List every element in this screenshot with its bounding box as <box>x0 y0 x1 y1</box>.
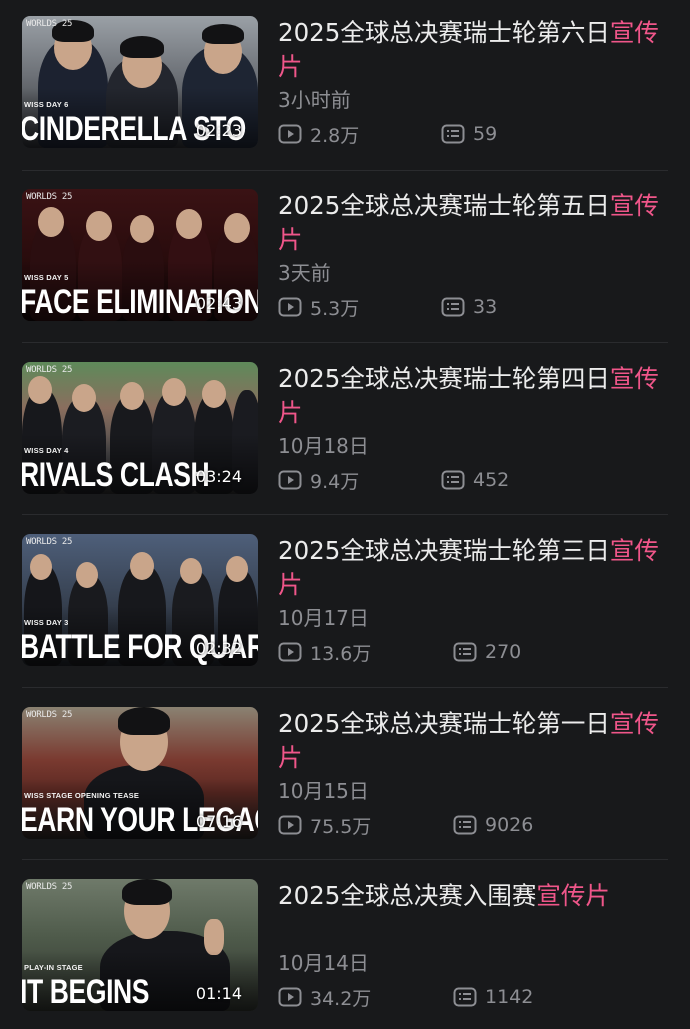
video-date: 3天前 <box>278 261 331 285</box>
play-count-icon <box>278 470 302 490</box>
thumbnail-tag: WISS DAY 6 <box>24 100 69 109</box>
video-title-main: 2025全球总决赛瑞士轮第五日 <box>278 191 610 220</box>
divider <box>22 859 668 860</box>
view-count-value: 75.5万 <box>310 815 372 838</box>
thumbnail-logo: WORLDS 25 <box>26 710 73 720</box>
video-duration: 02:32 <box>195 639 242 658</box>
play-count-icon <box>278 124 302 144</box>
divider <box>22 514 668 515</box>
video-thumbnail[interactable]: WORLDS 25 PLAY-IN STAGE IT BEGINS 01:14 <box>22 879 258 1011</box>
video-duration: 03:24 <box>195 467 242 486</box>
comment-count-icon <box>441 297 465 317</box>
thumbnail-headline: IT BEGINS <box>22 973 150 1011</box>
comment-count-value: 452 <box>473 469 510 491</box>
video-duration: 02:23 <box>195 121 242 140</box>
video-date: 10月18日 <box>278 434 369 458</box>
video-title-main: 2025全球总决赛瑞士轮第三日 <box>278 536 610 565</box>
video-title[interactable]: 2025全球总决赛瑞士轮第五日宣传片 <box>278 189 668 257</box>
video-duration: 01:14 <box>195 984 242 1003</box>
view-count-value: 34.2万 <box>310 987 372 1010</box>
view-count: 5.3万 <box>278 293 359 321</box>
play-count-icon <box>278 815 302 835</box>
thumbnail-tag: WISS DAY 4 <box>24 446 69 455</box>
video-title-main: 2025全球总决赛瑞士轮第六日 <box>278 18 610 47</box>
video-thumbnail[interactable]: WORLDS 25 WISS DAY 4 RIVALS CLASH 03:24 <box>22 362 258 494</box>
comment-count-icon <box>441 124 465 144</box>
thumbnail-logo: WORLDS 25 <box>26 192 73 202</box>
view-count: 34.2万 <box>278 983 371 1011</box>
thumbnail-tag: WISS DAY 5 <box>24 273 69 282</box>
comment-count-icon <box>453 815 477 835</box>
comment-count: 9026 <box>453 811 533 839</box>
comment-count-value: 9026 <box>485 814 534 836</box>
play-count-icon <box>278 297 302 317</box>
video-card[interactable]: WORLDS 25 WISS DAY 6 CINDERELLA STO 02:2… <box>22 16 668 166</box>
video-title[interactable]: 2025全球总决赛瑞士轮第四日宣传片 <box>278 362 668 430</box>
video-card[interactable]: WORLDS 25 WISS DAY 4 RIVALS CLASH 03:24 … <box>22 362 668 512</box>
thumbnail-headline: RIVALS CLASH <box>22 456 210 494</box>
video-card[interactable]: WORLDS 25 WISS DAY 3 BATTLE FOR QUARTERS… <box>22 534 668 684</box>
view-count: 2.8万 <box>278 120 359 148</box>
divider <box>22 687 668 688</box>
video-duration: 02:43 <box>195 294 242 313</box>
video-title-main: 2025全球总决赛入围赛 <box>278 881 537 910</box>
video-date: 10月15日 <box>278 779 369 803</box>
view-count: 9.4万 <box>278 466 359 494</box>
video-card[interactable]: WORLDS 25 WISS DAY 5 FACE ELIMINATION 02… <box>22 189 668 339</box>
video-card[interactable]: WORLDS 25 PLAY-IN STAGE IT BEGINS 01:14 … <box>22 879 668 1029</box>
view-count-value: 5.3万 <box>310 297 360 320</box>
video-date: 10月17日 <box>278 606 369 630</box>
video-card[interactable]: WORLDS 25 WISS STAGE OPENING TEASE EARN … <box>22 707 668 857</box>
video-thumbnail[interactable]: WORLDS 25 WISS DAY 3 BATTLE FOR QUARTERS… <box>22 534 258 666</box>
thumbnail-logo: WORLDS 25 <box>26 19 73 29</box>
video-duration: 07:16 <box>195 812 242 831</box>
view-count: 75.5万 <box>278 811 371 839</box>
view-count: 13.6万 <box>278 638 371 666</box>
video-title[interactable]: 2025全球总决赛瑞士轮第一日宣传片 <box>278 707 668 775</box>
video-list: WORLDS 25 WISS DAY 6 CINDERELLA STO 02:2… <box>0 0 690 1024</box>
thumbnail-logo: WORLDS 25 <box>26 365 73 375</box>
video-title[interactable]: 2025全球总决赛瑞士轮第三日宣传片 <box>278 534 668 602</box>
divider <box>22 170 668 171</box>
comment-count: 33 <box>441 293 497 321</box>
video-title-accent: 宣传片 <box>536 881 610 910</box>
video-thumbnail[interactable]: WORLDS 25 WISS DAY 5 FACE ELIMINATION 02… <box>22 189 258 321</box>
video-thumbnail[interactable]: WORLDS 25 WISS DAY 6 CINDERELLA STO 02:2… <box>22 16 258 148</box>
comment-count-icon <box>441 470 465 490</box>
video-title[interactable]: 2025全球总决赛瑞士轮第六日宣传片 <box>278 16 668 84</box>
comment-count-icon <box>453 642 477 662</box>
video-title-main: 2025全球总决赛瑞士轮第四日 <box>278 364 610 393</box>
comment-count: 452 <box>441 466 509 494</box>
comment-count: 1142 <box>453 983 533 1011</box>
comment-count-value: 270 <box>485 641 522 663</box>
video-thumbnail[interactable]: WORLDS 25 WISS STAGE OPENING TEASE EARN … <box>22 707 258 839</box>
comment-count-value: 59 <box>473 123 498 145</box>
video-date: 10月14日 <box>278 951 369 975</box>
thumbnail-logo: WORLDS 25 <box>26 537 73 547</box>
thumbnail-tag: WISS STAGE OPENING TEASE <box>24 791 140 800</box>
thumbnail-tag: WISS DAY 3 <box>24 618 69 627</box>
comment-count: 270 <box>453 638 521 666</box>
view-count-value: 9.4万 <box>310 470 360 493</box>
view-count-value: 13.6万 <box>310 642 372 665</box>
play-count-icon <box>278 642 302 662</box>
comment-count-value: 33 <box>473 296 498 318</box>
view-count-value: 2.8万 <box>310 124 360 147</box>
thumbnail-tag: PLAY-IN STAGE <box>24 963 83 972</box>
thumbnail-logo: WORLDS 25 <box>26 882 73 892</box>
comment-count-value: 1142 <box>485 986 534 1008</box>
play-count-icon <box>278 987 302 1007</box>
divider <box>22 342 668 343</box>
video-date: 3小时前 <box>278 88 351 112</box>
video-title-main: 2025全球总决赛瑞士轮第一日 <box>278 709 610 738</box>
video-title[interactable]: 2025全球总决赛入围赛宣传片 <box>278 879 668 913</box>
comment-count-icon <box>453 987 477 1007</box>
comment-count: 59 <box>441 120 497 148</box>
